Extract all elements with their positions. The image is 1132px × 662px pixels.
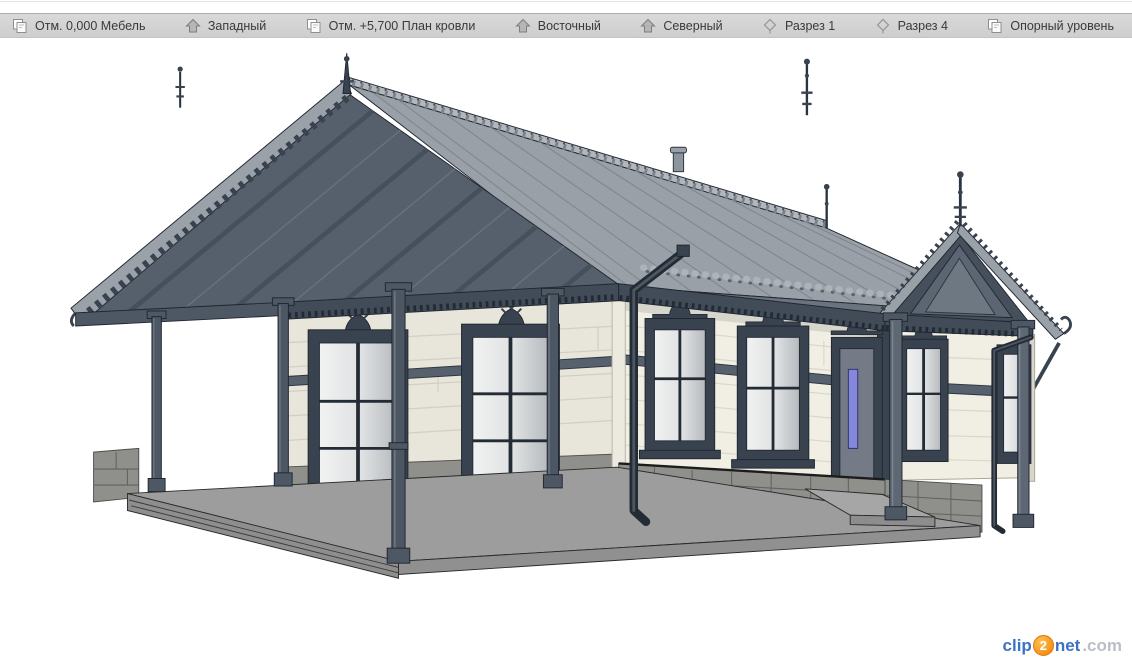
shaded-3d-view[interactable] bbox=[0, 39, 1132, 662]
tab-reference-level[interactable]: Опорный уровень bbox=[983, 14, 1118, 37]
tab-label: Восточный bbox=[537, 18, 601, 33]
window-sill bbox=[638, 449, 721, 460]
tab-label: Разрез 1 bbox=[785, 18, 836, 33]
gutter-junction bbox=[676, 244, 690, 257]
elevation-icon bbox=[515, 18, 531, 32]
tab-level-0-furniture[interactable]: Отм. 0,000 Мебель bbox=[8, 14, 149, 37]
watermark-com: .com bbox=[1082, 635, 1122, 655]
section-icon bbox=[876, 18, 890, 33]
tab-section-1[interactable]: Разрез 1 bbox=[758, 14, 839, 37]
watermark-net: net bbox=[1054, 635, 1081, 655]
east-gable-spire bbox=[953, 171, 967, 227]
roof-vent bbox=[669, 146, 687, 173]
app-window: Отм. 0,000 Мебель Западный Отм. +5,700 П… bbox=[0, 0, 1132, 662]
watermark-badge-2: 2 bbox=[1032, 635, 1054, 656]
tab-label: Отм. +5,700 План кровли bbox=[328, 18, 476, 33]
verge-curl bbox=[70, 311, 77, 328]
elevation-icon bbox=[185, 18, 201, 32]
tab-north-elevation[interactable]: Северный bbox=[636, 14, 726, 37]
eave-curl-bracket bbox=[1060, 315, 1072, 335]
tab-label: Западный bbox=[207, 18, 267, 33]
corner-pilaster bbox=[611, 286, 626, 469]
model-3d-viewport[interactable] bbox=[0, 39, 1132, 662]
post-1[interactable] bbox=[146, 310, 167, 493]
west-gable-finial bbox=[175, 66, 185, 108]
view-tab-bar: Отм. 0,000 Мебель Западный Отм. +5,700 П… bbox=[0, 13, 1132, 38]
tab-label: Разрез 4 bbox=[897, 18, 948, 33]
floor-plan-icon bbox=[13, 18, 27, 33]
floor-plan-icon bbox=[306, 18, 321, 33]
tab-section-4[interactable]: Разрез 4 bbox=[871, 14, 952, 37]
tab-label: Северный bbox=[663, 18, 723, 33]
floor-plan-icon bbox=[988, 18, 1002, 33]
watermark-clip: clip bbox=[1002, 635, 1032, 655]
window-sill bbox=[731, 459, 815, 469]
entrance-door[interactable] bbox=[830, 309, 884, 493]
clip2net-watermark: clip 2 net .com bbox=[1003, 635, 1122, 656]
elevation-icon bbox=[640, 18, 657, 32]
north-gable-finial bbox=[801, 58, 813, 116]
door-glass bbox=[847, 368, 859, 449]
tab-label: Отм. 0,000 Мебель bbox=[35, 18, 146, 33]
section-icon bbox=[763, 18, 777, 33]
window-5[interactable] bbox=[898, 316, 949, 463]
tab-level-5700-roof-plan[interactable]: Отм. +5,700 План кровли bbox=[302, 14, 480, 37]
tab-east-elevation[interactable]: Восточный bbox=[511, 14, 605, 37]
tab-label: Опорный уровень bbox=[1010, 18, 1114, 33]
tab-west-elevation[interactable]: Западный bbox=[181, 14, 270, 37]
window-top-border bbox=[0, 1, 1132, 2]
